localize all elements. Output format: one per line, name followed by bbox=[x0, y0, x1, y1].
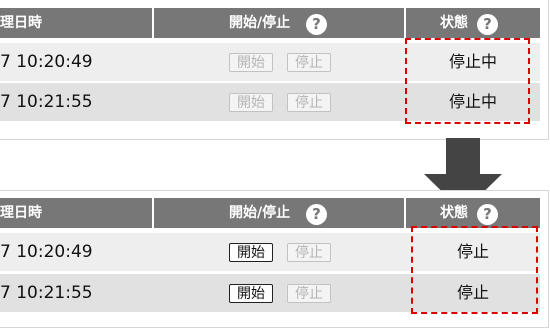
datetime-cell: 7 10:20:49 bbox=[0, 52, 93, 72]
datetime-cell: 7 10:21:55 bbox=[0, 283, 93, 303]
header-status-label: 状態 bbox=[440, 15, 468, 31]
header-control-label: 開始/停止 bbox=[229, 205, 291, 221]
stop-button[interactable]: 停止 bbox=[287, 243, 331, 262]
start-button[interactable]: 開始 bbox=[229, 243, 273, 262]
header-datetime-label: 理日時 bbox=[0, 205, 42, 221]
header-control: 開始/停止 ? bbox=[154, 198, 404, 228]
header-datetime: 理日時 bbox=[0, 8, 152, 38]
header-datetime: 理日時 bbox=[0, 198, 152, 228]
question-circle-icon[interactable]: ? bbox=[306, 204, 327, 225]
start-button[interactable]: 開始 bbox=[229, 284, 273, 303]
datetime-cell: 7 10:20:49 bbox=[0, 242, 93, 262]
question-circle-icon[interactable]: ? bbox=[306, 14, 327, 35]
start-button[interactable]: 開始 bbox=[229, 93, 273, 112]
status-highlight-box bbox=[405, 38, 530, 124]
header-status: 状態 ? bbox=[406, 198, 540, 228]
header-status: 状態 ? bbox=[406, 8, 540, 38]
header-datetime-label: 理日時 bbox=[0, 15, 42, 31]
header-control: 開始/停止 ? bbox=[154, 8, 404, 38]
question-circle-icon[interactable]: ? bbox=[477, 204, 498, 225]
stop-button[interactable]: 停止 bbox=[287, 284, 331, 303]
start-button[interactable]: 開始 bbox=[229, 53, 273, 72]
status-highlight-box bbox=[411, 226, 538, 314]
question-circle-icon[interactable]: ? bbox=[477, 14, 498, 35]
header-control-label: 開始/停止 bbox=[229, 15, 291, 31]
datetime-cell: 7 10:21:55 bbox=[0, 92, 93, 112]
stop-button[interactable]: 停止 bbox=[287, 53, 331, 72]
stop-button[interactable]: 停止 bbox=[287, 93, 331, 112]
header-status-label: 状態 bbox=[440, 205, 468, 221]
